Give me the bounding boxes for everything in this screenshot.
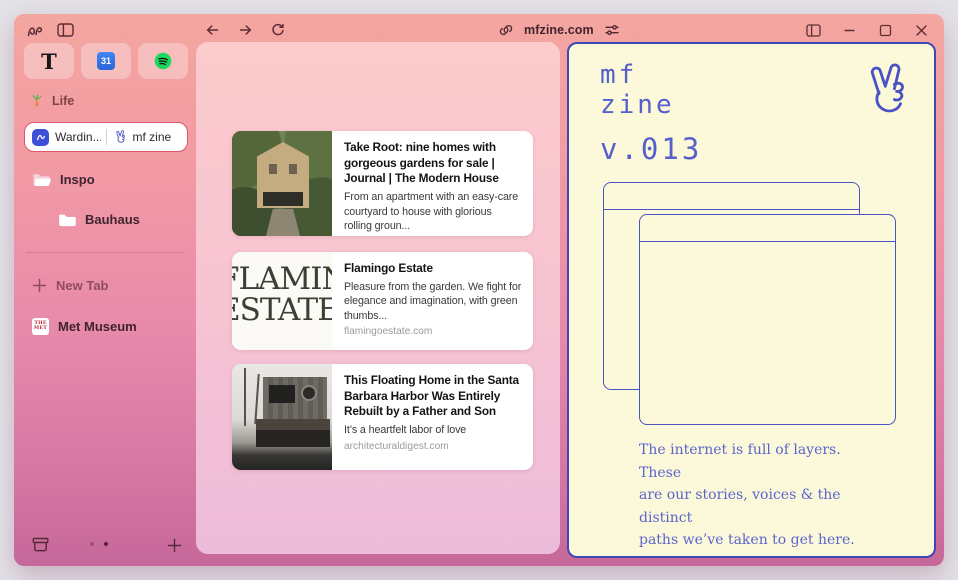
new-tab-label: New Tab xyxy=(56,278,109,293)
link-card-floating-home[interactable]: This Floating Home in the Santa Barbara … xyxy=(232,364,533,470)
space-dot-active[interactable] xyxy=(104,542,108,546)
minimize-button[interactable] xyxy=(839,20,859,40)
feed-panel: Take Root: nine homes with gorgeous gard… xyxy=(196,42,560,554)
link-card-modern-house[interactable]: Take Root: nine homes with gorgeous gard… xyxy=(232,131,533,236)
webpage-mfzine: mfzine v.013 The internet is full of lay… xyxy=(567,42,936,558)
url-bar[interactable]: mfzine.com xyxy=(496,20,622,40)
google-calendar-icon: 31 xyxy=(97,52,115,70)
site-tagline: The internet is full of layers. These ar… xyxy=(639,439,855,552)
card-title: This Floating Home in the Santa Barbara … xyxy=(344,373,522,420)
card-domain: flamingoestate.com xyxy=(344,326,522,337)
folder-icon xyxy=(58,212,76,227)
space-label: Life xyxy=(52,94,74,108)
peace-hand-icon xyxy=(862,58,912,122)
site-brand: mfzine xyxy=(600,60,675,121)
tab-wardin[interactable]: Wardin... xyxy=(25,129,106,146)
site-version: v.013 xyxy=(600,132,702,166)
app-tile-nyt[interactable]: T xyxy=(24,43,74,79)
plant-icon xyxy=(30,94,43,108)
plus-icon xyxy=(32,278,47,293)
active-split-tab: Wardin... mf zine xyxy=(24,122,188,152)
card-title: Flamingo Estate xyxy=(344,261,522,277)
link-icon xyxy=(496,20,516,40)
folder-inspo[interactable]: Inspo xyxy=(24,164,188,194)
app-tile-calendar[interactable]: 31 xyxy=(81,43,131,79)
card-description: It’s a heartfelt labor of love xyxy=(344,423,522,437)
tab-mf-zine-label: mf zine xyxy=(133,130,172,144)
link-card-flamingo-estate[interactable]: FLAMINGOESTATE Flamingo Estate Pleasure … xyxy=(232,252,533,350)
tab-met-museum[interactable]: THEMET Met Museum xyxy=(24,311,188,341)
folder-bauhaus-label: Bauhaus xyxy=(85,212,140,227)
tab-mf-zine[interactable]: mf zine xyxy=(107,129,188,145)
card-image-flamingo-logotype: FLAMINGOESTATE xyxy=(232,252,332,350)
new-tab-plus-button[interactable] xyxy=(164,535,184,555)
card-description: Pleasure from the garden. We fight for e… xyxy=(344,280,522,323)
folder-inspo-label: Inspo xyxy=(60,172,95,187)
spotify-icon xyxy=(154,52,172,70)
url-text[interactable]: mfzine.com xyxy=(524,23,594,37)
arc-logo-icon[interactable] xyxy=(25,20,45,40)
forward-button[interactable] xyxy=(235,20,255,40)
tab-wardin-label: Wardin... xyxy=(55,130,101,144)
met-museum-favicon: THEMET xyxy=(32,318,49,335)
space-title-life[interactable]: Life xyxy=(30,94,74,108)
wardin-favicon xyxy=(32,129,49,146)
split-view-button[interactable] xyxy=(803,20,823,40)
tab-met-museum-label: Met Museum xyxy=(58,319,137,334)
new-tab-button[interactable]: New Tab xyxy=(24,270,188,300)
close-button[interactable] xyxy=(911,20,931,40)
space-dot-inactive[interactable] xyxy=(90,542,94,546)
nyt-icon: T xyxy=(41,51,57,72)
pinned-app-tiles: T 31 xyxy=(24,43,188,79)
peace-favicon xyxy=(114,129,127,145)
card-title: Take Root: nine homes with gorgeous gard… xyxy=(344,140,522,187)
archive-button[interactable] xyxy=(30,535,50,555)
window-outline-front xyxy=(639,214,896,425)
card-description: From an apartment with an easy-care cour… xyxy=(344,190,522,233)
sidebar-toggle-icon[interactable] xyxy=(55,20,75,40)
open-folder-icon xyxy=(32,171,51,187)
maximize-button[interactable] xyxy=(875,20,895,40)
refresh-button[interactable] xyxy=(268,20,288,40)
app-tile-spotify[interactable] xyxy=(138,43,188,79)
browser-window: mfzine.com T 31 xyxy=(14,14,944,566)
back-button[interactable] xyxy=(202,20,222,40)
card-image-harbor xyxy=(232,364,332,470)
folder-bauhaus[interactable]: Bauhaus xyxy=(24,204,188,234)
sidebar-divider xyxy=(26,252,184,253)
card-image-garden xyxy=(232,131,332,236)
space-indicator-dots[interactable] xyxy=(90,542,108,546)
card-domain: architecturaldigest.com xyxy=(344,441,522,452)
tune-icon[interactable] xyxy=(602,20,622,40)
